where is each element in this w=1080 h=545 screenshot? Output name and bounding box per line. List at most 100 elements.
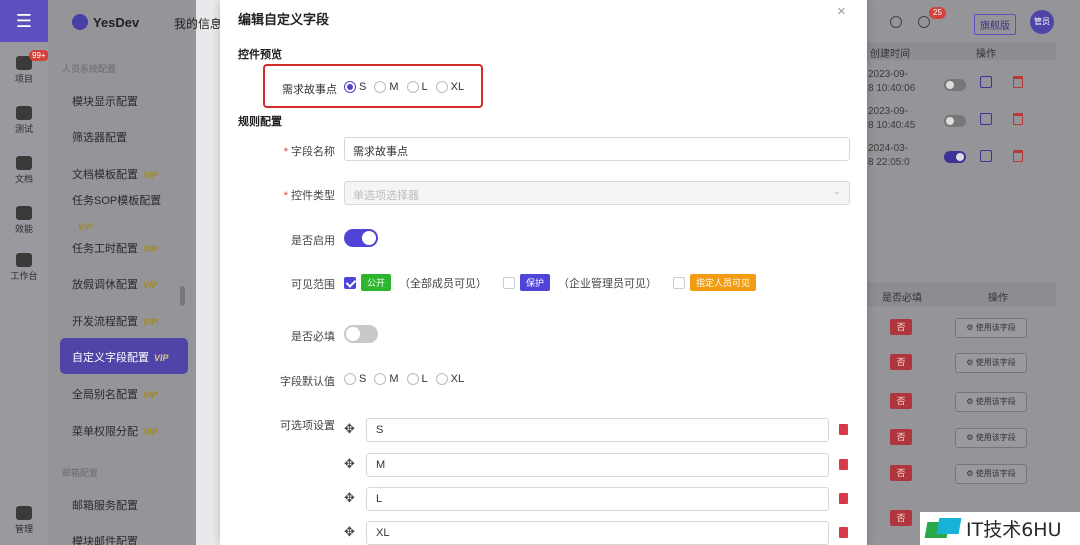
public-desc: （全部成员可见） [399,277,488,290]
edit-field-modal: 编辑自定义字段 × 控件预览 需求故事点 S M L XL 规则配置 * 字段名称… [220,0,867,545]
enabled-label: 是否启用 [291,235,335,247]
rail-item-test[interactable]: 测试 [0,106,48,135]
preview-radio-xl[interactable]: XL [435,81,464,93]
required-no-tag: 否 [890,319,912,335]
trash-icon[interactable] [839,424,848,435]
default-radio-xl[interactable]: XL [435,373,464,385]
grid-icon [16,253,32,267]
protected-tag: 保护 [520,274,551,291]
required-no-tag: 否 [890,465,912,481]
use-field-button[interactable]: ⚙ 使用该字段 [955,464,1027,484]
chart-icon [16,206,32,220]
sidebar-section-label: 人员系统配置 [62,64,117,74]
preview-radio-l[interactable]: L [406,81,428,93]
row-enable-toggle[interactable] [944,115,966,127]
option-input[interactable]: L [366,487,829,511]
preview-radio-group: S M L XL [344,81,472,93]
my-info-link[interactable]: 我的信息 [174,15,222,32]
visibility-public-checkbox[interactable] [344,276,356,289]
default-radio-group: S M L XL [344,373,472,385]
rail-item-manage[interactable]: 管理 [0,506,48,535]
specified-tag: 指定人员可见 [690,274,757,291]
sidebar-item-menu-permission[interactable]: 菜单权限分配 VIP [72,423,158,439]
option-row: ✥ XL [344,521,854,545]
sidebar-item-module-mail[interactable]: 模块邮件配置 [72,533,138,545]
visibility-options: 公开 （全部成员可见） 保护 （企业管理员可见） 指定人员可见 [344,274,764,291]
sidebar-item-mail-service[interactable]: 邮箱服务配置 [72,497,138,513]
rail-item-project[interactable]: 项目 99+ [0,50,49,85]
required-toggle[interactable] [344,325,378,343]
visibility-label: 可见范围 [291,279,335,291]
control-type-select[interactable]: 单选项选择器 ⌄ [344,181,850,205]
close-icon[interactable]: × [837,3,846,20]
sidebar-section-label: 邮箱配置 [62,468,99,478]
required-no-tag: 否 [890,393,912,409]
sidebar-scrollbar[interactable] [180,286,185,306]
logo-icon [72,14,88,30]
bell-icon[interactable] [890,16,902,28]
manage-icon [16,506,32,520]
options-label: 可选项设置 [280,420,335,432]
preview-field-label: 需求故事点 [282,84,337,96]
table-header: 是否必填 操作 [866,282,1056,306]
field-name-label: * 字段名称 [283,146,335,158]
delete-icon[interactable] [1013,76,1023,88]
modal-title: 编辑自定义字段 [238,12,330,27]
delete-icon[interactable] [1013,113,1023,125]
enabled-toggle[interactable] [344,229,378,247]
required-no-tag: 否 [890,429,912,445]
sidebar [48,0,196,545]
visibility-specified-checkbox[interactable] [673,276,686,289]
delete-icon[interactable] [1013,150,1023,162]
trash-icon[interactable] [839,493,848,504]
sidebar-item-task-sop[interactable]: 任务SOP模板配置 VIP [72,188,182,240]
sidebar-item-dev-flow[interactable]: 开发流程配置 VIP [72,313,158,329]
use-field-button[interactable]: ⚙ 使用该字段 [955,353,1027,373]
field-name-input[interactable]: 需求故事点 [344,137,850,161]
sidebar-item-doc-template[interactable]: 文档模板配置 VIP [72,166,158,182]
public-tag: 公开 [361,274,392,291]
row-enable-toggle[interactable] [944,79,966,91]
edit-icon[interactable] [980,76,992,88]
rail-item-docs[interactable]: 文档 [0,156,48,185]
rail-item-workbench[interactable]: 工作台 [0,253,48,282]
sidebar-item-global-alias[interactable]: 全局别名配置 VIP [72,386,158,402]
edit-icon[interactable] [980,150,992,162]
default-radio-s[interactable]: S [344,373,366,385]
test-icon [16,106,32,120]
control-type-label: * 控件类型 [283,190,335,202]
menu-toggle-icon[interactable]: ☰ [0,0,48,42]
clock-icon[interactable] [918,16,930,28]
use-field-button[interactable]: ⚙ 使用该字段 [955,318,1027,338]
row-enable-toggle[interactable] [944,151,966,163]
sidebar-item-filter[interactable]: 筛选器配置 [72,129,127,145]
trash-icon[interactable] [839,459,848,470]
default-radio-l[interactable]: L [406,373,428,385]
edit-icon[interactable] [980,113,992,125]
app-rail: ☰ 项目 99+ 测试 文档 效能 工作台 管理 [0,0,49,545]
rail-badge: 99+ [29,50,49,61]
trash-icon[interactable] [839,527,848,538]
sidebar-item-custom-field[interactable]: 自定义字段配置 VIP [60,338,188,374]
use-field-button[interactable]: ⚙ 使用该字段 [955,392,1027,412]
sidebar-item-holiday[interactable]: 放假调休配置 VIP [72,276,158,292]
drag-handle-icon[interactable]: ✥ [344,422,358,436]
drag-handle-icon[interactable]: ✥ [344,457,358,471]
visibility-protected-checkbox[interactable] [503,276,516,289]
required-label: 是否必填 [291,331,335,343]
option-row: ✥ M [344,453,854,477]
flagship-badge[interactable]: 旗舰版 [974,14,1016,35]
preview-radio-s[interactable]: S [344,81,366,93]
use-field-button[interactable]: ⚙ 使用该字段 [955,428,1027,448]
preview-radio-m[interactable]: M [374,81,399,93]
default-radio-m[interactable]: M [374,373,399,385]
sidebar-item-module-display[interactable]: 模块显示配置 [72,93,138,109]
option-input[interactable]: M [366,453,829,477]
rail-item-efficiency[interactable]: 效能 [0,206,48,235]
drag-handle-icon[interactable]: ✥ [344,525,358,539]
option-input[interactable]: S [366,418,829,442]
drag-handle-icon[interactable]: ✥ [344,491,358,505]
option-input[interactable]: XL [366,521,829,545]
avatar[interactable]: 管员 [1030,10,1054,34]
sidebar-item-task-hours[interactable]: 任务工时配置 VIP [72,240,158,256]
